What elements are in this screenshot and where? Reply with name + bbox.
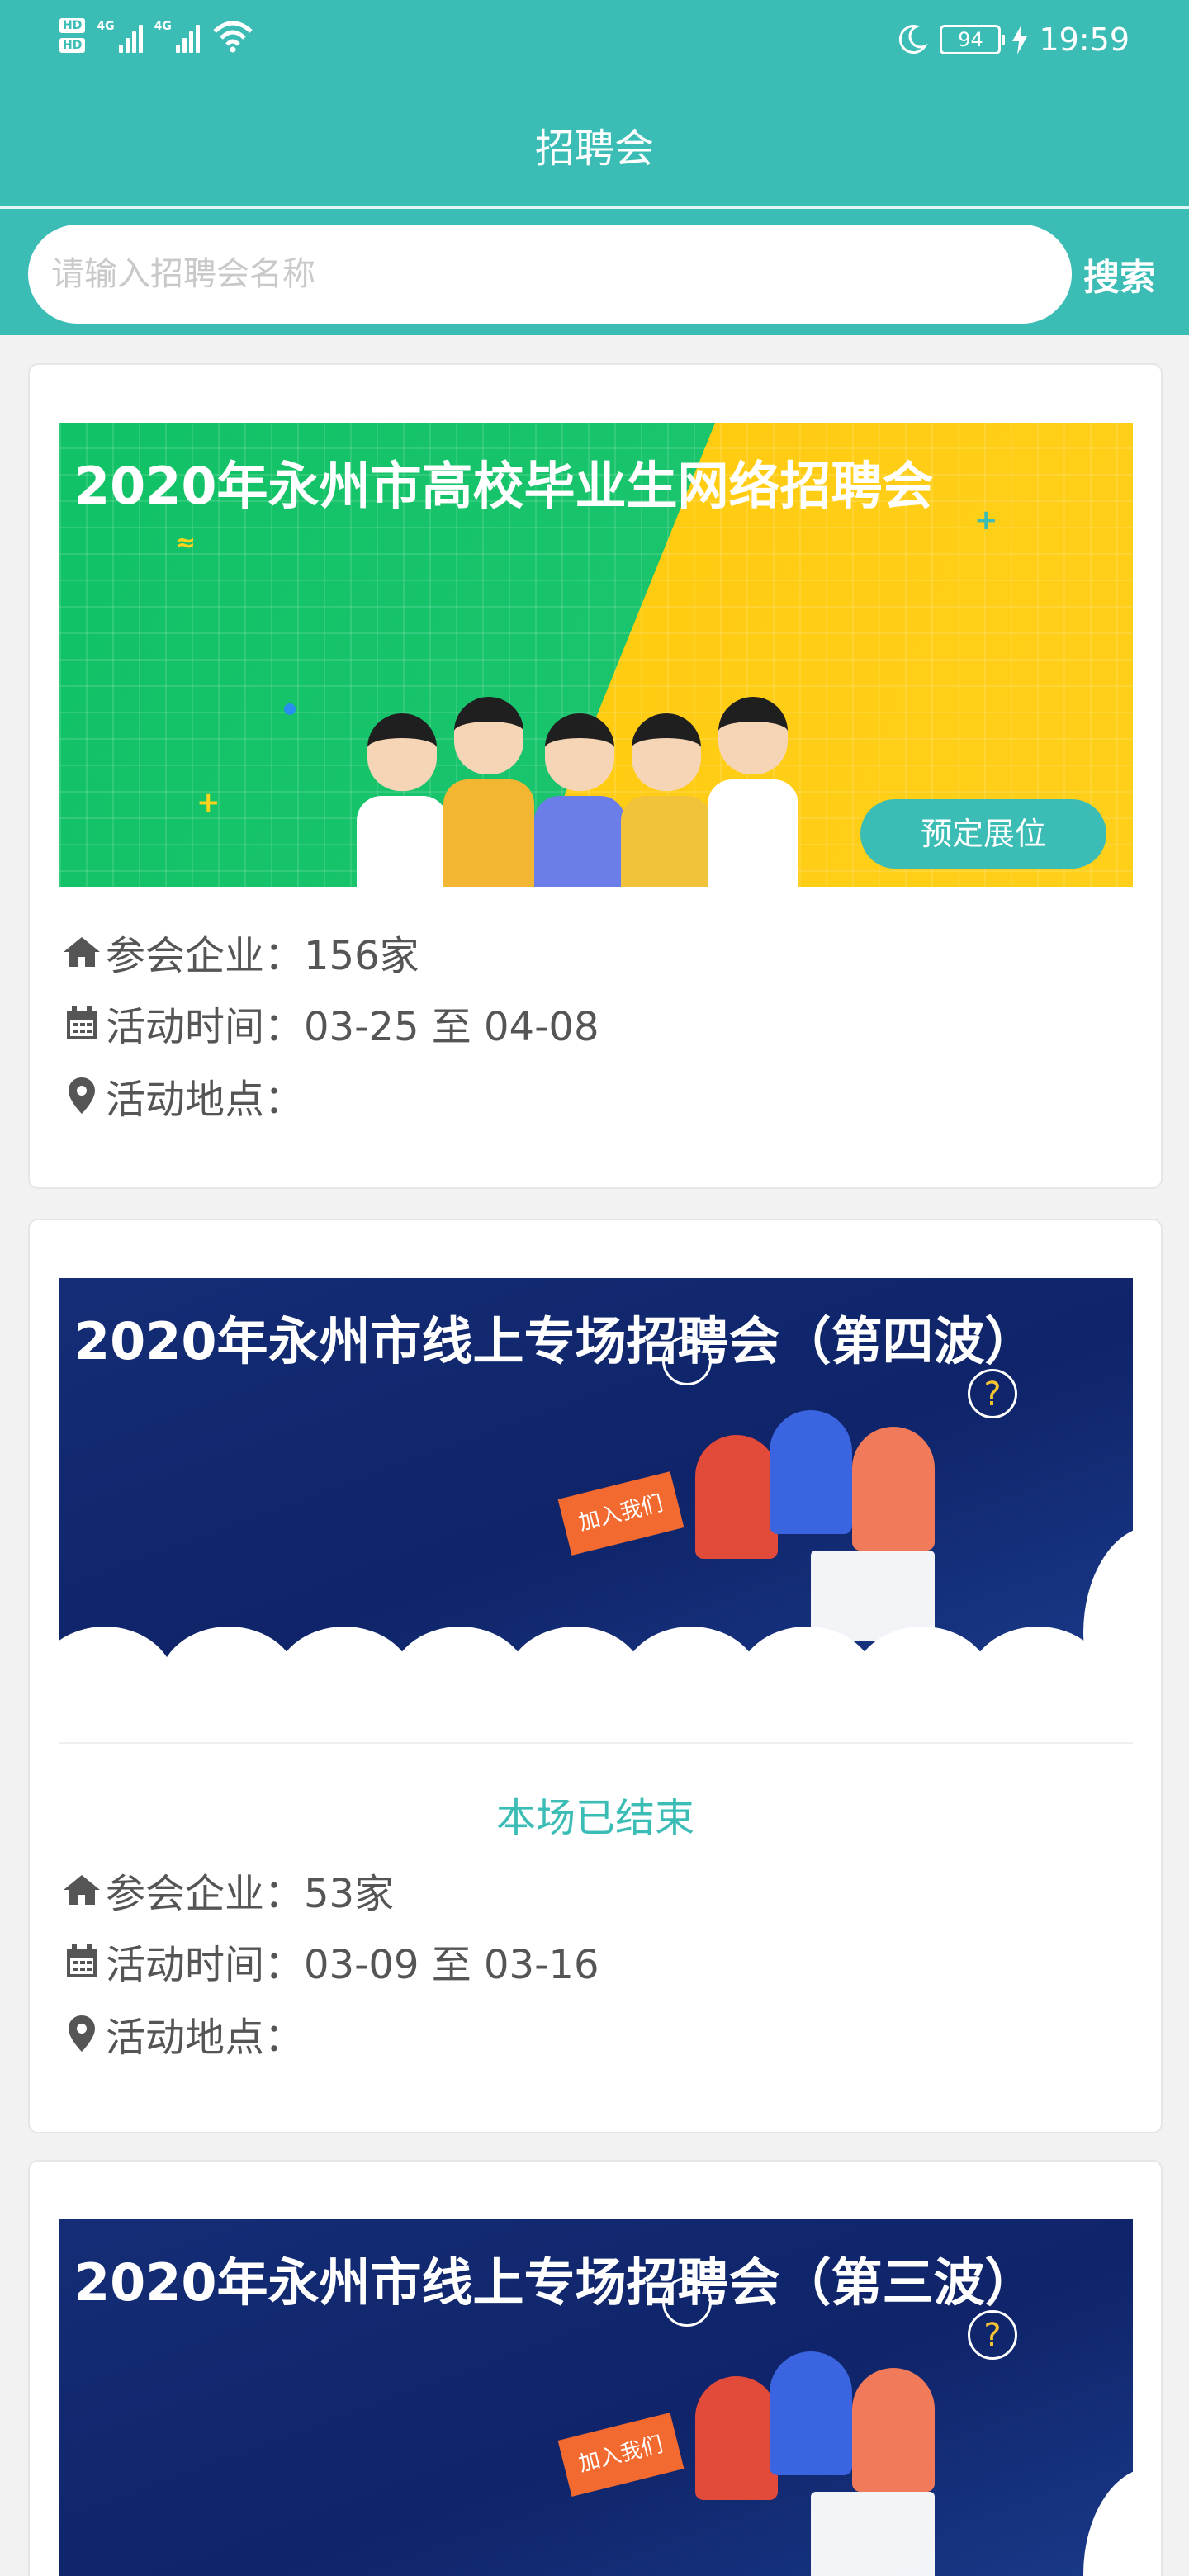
student-figure: [534, 713, 625, 887]
companies-label: 参会企业：: [106, 933, 305, 979]
fair-banner[interactable]: 2020年永州市线上专场招聘会（第三波） 加入我们 ?: [59, 2219, 1133, 2576]
decor-plus-icon: +: [197, 786, 220, 819]
time-row: 活动时间： 03-25 至 04-08: [59, 994, 599, 1052]
banner-title: 2020年永州市线上专场招聘会（第四波）: [74, 1311, 1036, 1371]
cloud-decoration: [1083, 1526, 1133, 1684]
place-row: 活动地点：: [59, 1067, 304, 1125]
join-us-sign: 加入我们: [557, 1471, 685, 1556]
person-figure: [852, 2368, 935, 2492]
student-figure: [708, 697, 798, 887]
location-pin-icon: [59, 1073, 104, 1118]
hd-label-1: HD: [59, 18, 86, 33]
students-illustration: [357, 672, 819, 887]
home-icon: [59, 1868, 104, 1912]
fair-banner[interactable]: 2020年永州市高校毕业生网络招聘会 + + ≈ 预定展位: [59, 423, 1133, 887]
decor-dot-icon: [284, 703, 296, 715]
book-booth-button[interactable]: 预定展位: [860, 799, 1106, 869]
companies-label: 参会企业：: [106, 1871, 305, 1917]
hd-badge: HD HD: [59, 18, 86, 53]
place-label: 活动地点：: [106, 2015, 305, 2061]
charging-icon: [1012, 25, 1028, 54]
time-row: 活动时间： 03-09 至 03-16: [59, 1932, 599, 1990]
fair-card[interactable]: 2020年永州市线上专场招聘会（第三波） 加入我们 ?: [28, 2160, 1163, 2576]
student-figure: [357, 713, 448, 887]
status-left: HD HD 4G 4G: [59, 18, 254, 53]
place-row: 活动地点：: [59, 2005, 304, 2062]
page-title: 招聘会: [534, 125, 654, 172]
time-label: 活动时间：: [106, 1004, 305, 1050]
search-button[interactable]: 搜索: [1083, 248, 1156, 301]
search-field[interactable]: [28, 225, 1072, 324]
person-figure: [770, 2351, 852, 2475]
home-icon: [59, 930, 104, 974]
status-bar: HD HD 4G 4G 94 19:59: [0, 0, 1189, 83]
app-header: HD HD 4G 4G 94 19:59 招聘会 请输入招聘会名称 搜索: [0, 0, 1189, 335]
search-input[interactable]: [51, 255, 1049, 293]
banner-title: 2020年永州市线上专场招聘会（第三波）: [74, 2252, 1036, 2313]
laptop-illustration: [811, 2492, 935, 2576]
time-label: 活动时间：: [106, 1942, 305, 1988]
question-bubble-icon: ?: [968, 2310, 1017, 2360]
fair-card[interactable]: 2020年永州市线上专场招聘会（第四波） 加入我们 ? 本场已结束 参会企业： …: [28, 1219, 1163, 2133]
person-figure: [852, 1427, 935, 1551]
cloud-decoration: [59, 1627, 175, 1684]
phone-bubble-icon: [662, 2277, 712, 2327]
ended-status: 本场已结束: [495, 1795, 694, 1841]
wifi-icon: [213, 21, 253, 53]
phone-bubble-icon: [662, 1336, 712, 1385]
battery-icon: 94: [940, 25, 1006, 54]
time-value: 03-09 至 03-16: [304, 1942, 599, 1988]
companies-row: 参会企业： 156家: [59, 923, 419, 981]
battery-level: 94: [958, 28, 983, 51]
decor-wave-icon: ≈: [175, 528, 197, 557]
calendar-icon: [59, 1939, 104, 1983]
signal-2-icon: 4G: [154, 20, 200, 53]
cloud-decoration: [1083, 2467, 1133, 2576]
hd-label-2: HD: [59, 38, 86, 53]
status-right: 94 19:59: [895, 21, 1130, 58]
companies-value: 53家: [304, 1871, 395, 1917]
fair-card[interactable]: 2020年永州市高校毕业生网络招聘会 + + ≈ 预定展位 参会企业： 156家…: [28, 363, 1163, 1189]
header-divider: [0, 206, 1189, 209]
signal-1-icon: 4G: [97, 20, 143, 53]
place-label: 活动地点：: [106, 1077, 305, 1123]
decor-plus-icon: +: [974, 504, 998, 537]
person-figure: [695, 1435, 778, 1559]
person-figure: [770, 1410, 852, 1534]
companies-value: 156家: [304, 933, 419, 979]
student-figure: [443, 697, 534, 887]
clock: 19:59: [1039, 21, 1130, 58]
location-pin-icon: [59, 2011, 104, 2056]
join-us-sign: 加入我们: [557, 2413, 685, 2497]
card-divider: [59, 1742, 1133, 1744]
person-figure: [695, 2376, 778, 2500]
fair-banner[interactable]: 2020年永州市线上专场招聘会（第四波） 加入我们 ?: [59, 1278, 1133, 1684]
calendar-icon: [59, 1001, 104, 1045]
question-bubble-icon: ?: [968, 1369, 1017, 1418]
companies-row: 参会企业： 53家: [59, 1861, 394, 1919]
student-figure: [621, 713, 712, 887]
time-value: 03-25 至 04-08: [304, 1004, 599, 1050]
network-type-2: 4G: [154, 20, 172, 33]
network-type-1: 4G: [97, 20, 115, 33]
moon-icon: [899, 25, 929, 54]
banner-title: 2020年永州市高校毕业生网络招聘会: [74, 456, 934, 516]
